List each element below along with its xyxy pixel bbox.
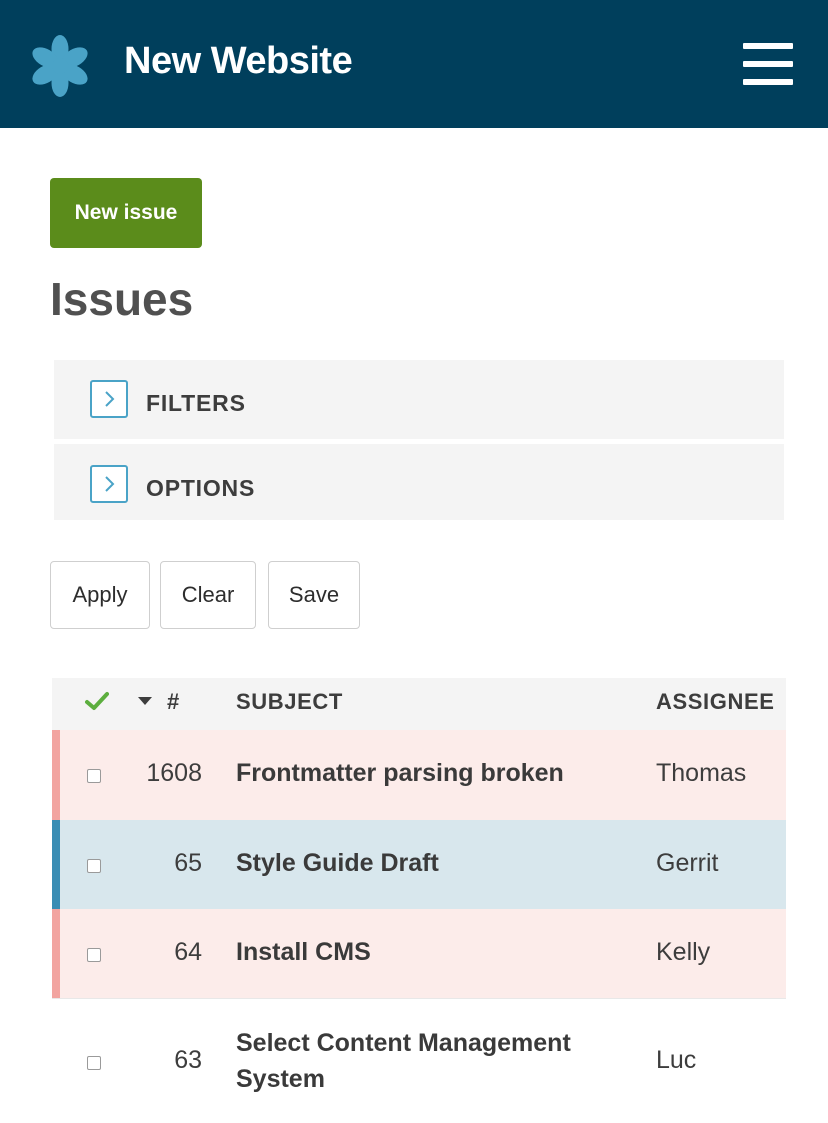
table-row[interactable]: 65 Style Guide Draft Gerrit <box>52 820 786 909</box>
issue-number[interactable]: 64 <box>132 938 202 967</box>
table-row[interactable]: 1608 Frontmatter parsing broken Thomas <box>52 730 786 821</box>
apply-button[interactable]: Apply <box>50 561 150 629</box>
issue-subject[interactable]: Style Guide Draft <box>236 845 636 881</box>
options-label[interactable]: OPTIONS <box>146 475 255 502</box>
issue-assignee[interactable]: Gerrit <box>656 849 719 878</box>
issue-subject[interactable]: Install CMS <box>236 934 636 970</box>
filters-label[interactable]: FILTERS <box>146 390 246 417</box>
app-title[interactable]: New Website <box>124 40 353 83</box>
filters-panel[interactable]: FILTERS <box>54 360 784 439</box>
chevron-right-icon[interactable] <box>90 465 128 503</box>
priority-stripe <box>52 909 60 998</box>
chevron-right-icon[interactable] <box>90 380 128 418</box>
issue-assignee[interactable]: Thomas <box>656 759 746 788</box>
row-checkbox[interactable] <box>87 859 101 873</box>
row-checkbox[interactable] <box>87 948 101 962</box>
table-row[interactable]: 64 Install CMS Kelly <box>52 909 786 999</box>
column-header-assignee[interactable]: ASSIGNEE <box>656 689 775 715</box>
save-button[interactable]: Save <box>268 561 360 629</box>
column-header-subject[interactable]: SUBJECT <box>236 689 343 715</box>
sort-desc-icon[interactable] <box>138 696 152 706</box>
page-title: Issues <box>50 273 194 325</box>
asterisk-logo-icon[interactable] <box>29 35 91 97</box>
issue-number[interactable]: 65 <box>132 849 202 878</box>
issues-table-header: # SUBJECT ASSIGNEE <box>52 678 786 730</box>
table-row[interactable]: 63 Select Content Management System Luc <box>52 999 786 1123</box>
top-bar: New Website <box>0 0 828 128</box>
priority-stripe <box>52 730 60 820</box>
options-panel[interactable]: OPTIONS <box>54 444 784 520</box>
clear-button[interactable]: Clear <box>160 561 256 629</box>
column-header-number[interactable]: # <box>167 689 180 715</box>
hamburger-menu-icon[interactable] <box>743 43 793 85</box>
row-checkbox[interactable] <box>87 769 101 783</box>
priority-stripe <box>52 820 60 909</box>
row-checkbox[interactable] <box>87 1056 101 1070</box>
issue-assignee[interactable]: Luc <box>656 1046 696 1075</box>
issue-subject[interactable]: Select Content Management System <box>236 1025 616 1097</box>
checkmark-icon[interactable] <box>85 691 109 711</box>
issue-subject[interactable]: Frontmatter parsing broken <box>236 755 636 791</box>
issue-number[interactable]: 63 <box>132 1046 202 1075</box>
issue-number[interactable]: 1608 <box>132 759 202 788</box>
new-issue-button[interactable]: New issue <box>50 178 202 248</box>
issue-assignee[interactable]: Kelly <box>656 938 710 967</box>
